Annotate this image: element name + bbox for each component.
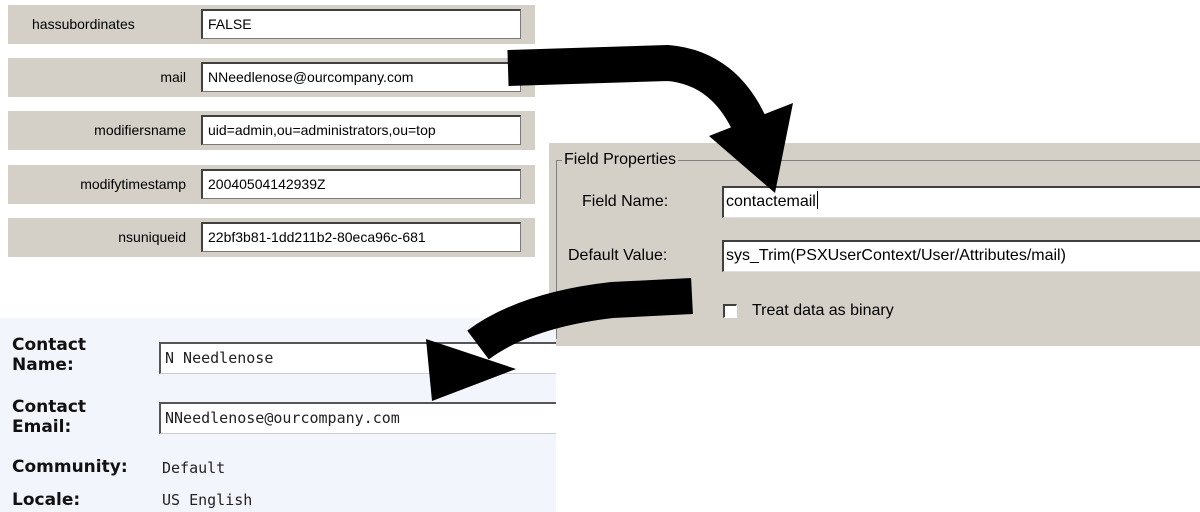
ldap-row-modifytimestamp: modifytimestamp 20040504142939Z (8, 160, 535, 208)
ldap-row-nsuniqueid: nsuniqueid 22bf3b81-1dd211b2-80eca96c-68… (8, 213, 535, 261)
community-value: Default (162, 459, 226, 477)
contact-name-label: Contact Name: (12, 335, 87, 375)
ldap-label: modifytimestamp (80, 176, 186, 192)
ldap-value-field[interactable]: uid=admin,ou=administrators,ou=top (201, 115, 521, 145)
ldap-value-field[interactable]: 22bf3b81-1dd211b2-80eca96c-681 (201, 222, 521, 252)
ldap-row-hassubordinates: hassubordinates FALSE (8, 0, 535, 48)
ldap-row-modifiersname: modifiersname uid=admin,ou=administrator… (8, 106, 535, 154)
ldap-value-field[interactable]: 20040504142939Z (201, 169, 521, 199)
ldap-row-mail: mail NNeedlenose@ourcompany.com (8, 53, 535, 101)
contact-form-panel: Contact Name: N Needlenose Contact Email… (0, 318, 556, 512)
contact-email-input[interactable]: NNeedlenose@ourcompany.com (159, 402, 556, 434)
ldap-attributes-panel: hassubordinates FALSE mail NNeedlenose@o… (8, 0, 535, 266)
default-value-input[interactable]: sys_Trim(PSXUserContext/User/Attributes/… (722, 240, 1200, 272)
locale-value: US English (162, 491, 253, 509)
treat-as-binary-label: Treat data as binary (752, 302, 894, 319)
contact-name-input[interactable]: N Needlenose (159, 342, 556, 374)
treat-as-binary-checkbox[interactable] (723, 304, 737, 318)
ldap-label: mail (160, 69, 186, 85)
community-label: Community: (12, 457, 128, 477)
ldap-label: hassubordinates (32, 16, 135, 32)
ldap-label: nsuniqueid (118, 229, 186, 245)
ldap-label: modifiersname (94, 122, 186, 138)
text-cursor (816, 191, 818, 209)
ldap-value-field[interactable]: NNeedlenose@ourcompany.com (201, 62, 521, 92)
default-value-label: Default Value: (568, 247, 668, 264)
contact-email-label: Contact Email: (12, 397, 87, 437)
locale-label: Locale: (12, 490, 81, 510)
field-name-input[interactable]: contactemail (722, 186, 1200, 218)
field-name-label: Field Name: (582, 193, 669, 210)
ldap-value-field[interactable]: FALSE (201, 9, 521, 39)
field-properties-title: Field Properties (562, 150, 679, 170)
field-properties-panel: Field Properties Field Name: contactemai… (549, 143, 1200, 346)
field-name-value: contactemail (726, 193, 816, 210)
